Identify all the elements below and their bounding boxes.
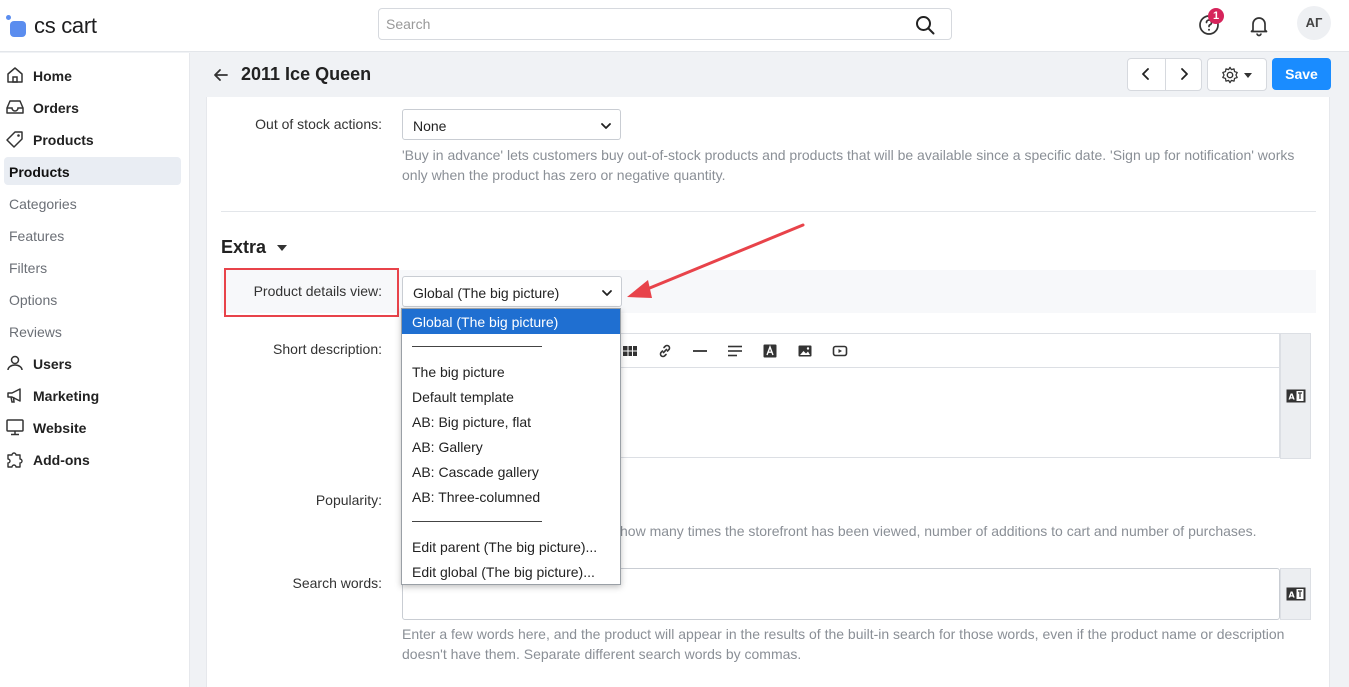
sidebar-item-marketing[interactable]: Marketing [0,381,190,409]
dropdown-option[interactable]: The big picture [402,359,620,384]
sidebar-subitem-features[interactable]: Features [0,221,190,249]
content-card: Out of stock actions: None 'Buy in advan… [206,97,1330,687]
sidebar: Home Orders Products Products Categories… [0,53,190,687]
search-words-label: Search words: [292,575,382,591]
svg-text:A: A [1289,393,1296,402]
chevron-down-icon [602,290,612,296]
sidebar-item-home[interactable]: Home [0,61,190,89]
prev-next-group [1127,58,1202,91]
dropdown-option[interactable]: AB: Gallery [402,434,620,459]
sidebar-item-label: Website [33,420,87,436]
inbox-icon [6,100,24,114]
out-of-stock-label: Out of stock actions: [255,116,382,132]
caret-down-icon[interactable] [277,245,287,251]
out-of-stock-help: 'Buy in advance' lets customers buy out-… [402,147,1295,183]
image-icon[interactable] [797,343,813,359]
page-title: 2011 Ice Queen [241,64,372,84]
search-icon[interactable] [915,15,935,35]
user-icon [7,355,23,371]
sidebar-subitem-label: Filters [9,260,48,276]
puzzle-icon [7,452,23,468]
dropdown-option[interactable]: AB: Big picture, flat [402,409,620,434]
popularity-help: how many times the storefront has been v… [620,523,1257,539]
link-icon[interactable] [657,343,673,359]
sidebar-item-label: Users [33,356,72,372]
sidebar-subitem-reviews[interactable]: Reviews [0,317,190,345]
dropdown-option[interactable]: Edit global (The big picture)... [402,559,620,584]
sidebar-subitem-categories[interactable]: Categories [0,189,190,217]
sidebar-item-label: Orders [33,100,79,116]
sidebar-subitem-label: Reviews [9,324,62,340]
dropdown-separator [412,521,542,522]
sidebar-subitem-label: Features [9,228,65,244]
home-icon [7,67,23,83]
dropdown-option[interactable]: Global (The big picture) [402,309,620,334]
sidebar-subitem-label: Categories [9,196,77,212]
details-view-value: Global (The big picture) [413,285,560,301]
sidebar-item-website[interactable]: Website [0,413,190,441]
top-bar: cs cart 1 АГ [0,0,1349,52]
back-arrow-icon[interactable] [211,65,231,85]
caret-down-icon [1244,73,1252,78]
chevron-down-icon [601,123,611,129]
dropdown-separator [412,346,542,347]
page-header: 2011 Ice Queen Save [191,53,1349,97]
logo-mark-icon [6,15,28,37]
annotation-highlight-box [224,268,399,317]
sidebar-item-label: Home [33,68,72,84]
out-of-stock-value: None [413,118,447,134]
divider [221,211,1316,212]
video-icon[interactable] [832,343,848,359]
language-switcher-short-description[interactable]: A [1280,333,1311,459]
sidebar-subitem-label: Options [9,292,58,308]
search-box [378,8,952,40]
settings-dropdown-button[interactable] [1207,58,1267,91]
short-description-label: Short description: [273,341,382,357]
sidebar-item-users[interactable]: Users [0,349,190,377]
align-left-icon[interactable] [727,343,743,359]
sidebar-item-label: Add-ons [33,452,90,468]
monitor-icon [6,419,24,436]
sidebar-subitem-label: Products [9,164,70,180]
dropdown-option[interactable]: AB: Three-columned [402,484,620,509]
language-switcher-search-words[interactable]: A [1280,568,1311,620]
sidebar-item-orders[interactable]: Orders [0,93,190,121]
dropdown-option[interactable]: AB: Cascade gallery [402,459,620,484]
prev-product-button[interactable] [1128,59,1165,90]
logo[interactable]: cs cart [6,12,97,40]
search-input[interactable] [379,9,899,39]
next-product-button[interactable] [1166,59,1203,90]
translate-icon: A [1286,587,1306,601]
sidebar-subitem-options[interactable]: Options [0,285,190,313]
sidebar-subitem-filters[interactable]: Filters [0,253,190,281]
dropdown-option[interactable]: Default template [402,384,620,409]
notification-badge: 1 [1208,8,1224,24]
chevron-left-icon [1142,68,1149,80]
table-icon[interactable] [622,343,638,359]
sidebar-item-addons[interactable]: Add-ons [0,445,190,473]
translate-icon: A [1286,389,1306,403]
gear-icon [1222,66,1238,84]
popularity-label: Popularity: [315,492,382,508]
bell-icon[interactable] [1247,13,1271,37]
search-words-help: Enter a few words here, and the product … [402,626,1285,662]
logo-text: cs cart [34,13,97,38]
avatar[interactable]: АГ [1297,6,1331,40]
tag-icon [6,131,23,148]
chevron-right-icon [1181,68,1188,80]
megaphone-icon [7,388,21,403]
out-of-stock-select[interactable]: None [402,109,621,140]
details-view-dropdown: Global (The big picture) The big picture… [401,308,621,585]
sidebar-item-label: Marketing [33,388,100,404]
dropdown-option[interactable]: Edit parent (The big picture)... [402,534,620,559]
details-view-select[interactable]: Global (The big picture) [402,276,622,307]
font-color-icon[interactable] [762,343,778,359]
svg-text:A: A [1289,591,1296,600]
sidebar-subitem-products[interactable]: Products [4,157,181,185]
sidebar-item-products[interactable]: Products [0,125,190,153]
section-title-extra[interactable]: Extra [221,237,266,258]
horizontal-rule-icon[interactable] [692,343,708,359]
save-button[interactable]: Save [1272,58,1331,90]
sidebar-item-label: Products [33,132,94,148]
